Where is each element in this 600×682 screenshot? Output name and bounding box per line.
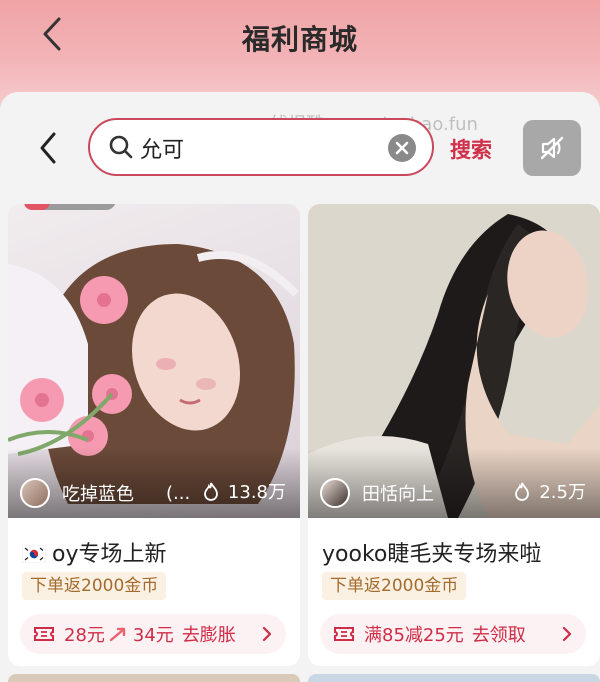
coin-reward-tag: 下单返2000金币 [322,572,467,600]
korea-flag-icon [22,545,46,563]
product-title[interactable]: yooko睫毛夹专场来啦 [322,536,541,568]
search-input[interactable] [140,130,380,166]
search-back-button[interactable] [32,128,64,168]
search-row: 线报酷-new.xianbao.fun 搜索 [0,92,600,204]
flame-icon [515,482,530,501]
creator-info[interactable]: 吃掉蓝色 (... [20,478,190,508]
coupon-icon [34,627,54,641]
creator-info[interactable]: 田恬向上 [320,478,434,508]
likes-count: 2.5万 [513,478,586,504]
deal-price-from: 28元 [64,625,105,646]
chevron-left-icon [40,132,56,164]
avatar[interactable] [20,478,50,508]
deal-action: 去领取 [471,625,526,646]
coupon-icon [334,627,354,641]
clear-search-button[interactable] [388,134,416,162]
search-icon [108,134,134,164]
page-title: 福利商城 [241,23,358,56]
creator-name: 吃掉蓝色 [62,484,134,505]
deal-bar[interactable]: 28元 34元 去膨胀 [20,614,286,654]
chevron-right-icon [562,626,572,642]
next-card-hint [8,674,300,682]
product-card[interactable]: 吃掉蓝色 (... 13.8万 oy专场上新 下单返2000金币 28元 34元… [8,204,300,666]
next-card-hint [308,674,600,682]
search-submit-button[interactable]: 搜索 [450,134,492,164]
product-name: yooko睫毛夹专场来啦 [322,542,542,567]
speaker-muted-icon [540,136,564,160]
coin-reward-tag: 下单返2000金币 [22,572,167,600]
deal-price-to: 34元 [132,625,174,646]
arrow-up-right-icon [109,627,126,642]
likes-value: 2.5万 [539,482,586,503]
mute-button[interactable] [523,120,581,176]
deal-bar[interactable]: 满85减25元 去领取 [320,614,586,654]
search-box[interactable] [88,118,434,176]
deal-action: 去膨胀 [181,625,236,646]
creator-name: 田恬向上 [362,484,434,505]
product-name: oy专场上新 [52,542,167,567]
flame-icon [204,482,218,501]
likes-value: 13.8万 [227,482,286,503]
product-card[interactable]: 田恬向上 2.5万 yooko睫毛夹专场来啦 下单返2000金币 满85减25元… [308,204,600,666]
creator-name-suffix: (... [166,482,191,504]
deal-text: 满85减25元 [364,625,464,646]
product-title[interactable]: oy专场上新 [22,536,166,568]
product-image[interactable]: 田恬向上 2.5万 [308,204,600,518]
close-icon [395,141,409,155]
avatar[interactable] [320,478,350,508]
chevron-right-icon [262,626,272,642]
product-image[interactable]: 吃掉蓝色 (... 13.8万 [8,204,300,518]
likes-count: 13.8万 [202,478,286,504]
header-bar: 福利商城 [0,0,600,80]
